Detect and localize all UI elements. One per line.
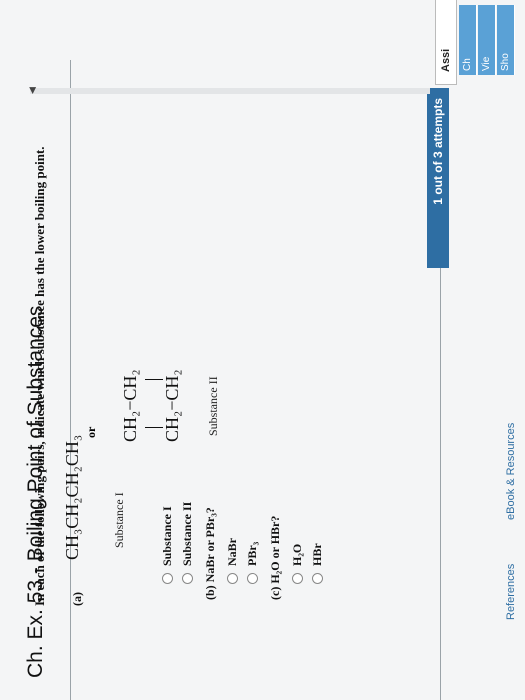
sidebar-item-ch[interactable]: Ch <box>459 5 477 75</box>
radio-icon[interactable] <box>247 573 258 584</box>
radio-icon[interactable] <box>162 573 173 584</box>
scrollbar[interactable] <box>30 88 430 94</box>
option-h2o[interactable]: H₂O <box>290 544 305 584</box>
formula-cyclobutane-bottom: CH₂−CH₂ <box>162 369 182 442</box>
option-label: H₂O <box>290 543 304 566</box>
formula-butane: CH₃CH₂CH₂CH₃ <box>62 434 82 560</box>
option-substance-ii[interactable]: Substance II <box>180 502 195 584</box>
or-text: or <box>84 426 98 438</box>
radio-icon[interactable] <box>227 573 238 584</box>
part-a-label: (a) <box>70 592 84 606</box>
option-nabr[interactable]: NaBr <box>225 538 240 584</box>
part-b-label: (b) NaBr or PBr₃? <box>203 507 217 600</box>
bond-right <box>145 379 163 380</box>
option-label: PBr₃ <box>245 541 259 566</box>
option-label: NaBr <box>225 538 239 566</box>
option-label: HBr <box>310 543 324 566</box>
option-label: Substance I <box>160 506 174 566</box>
option-hbr[interactable]: HBr <box>310 543 325 584</box>
sidebar-item-view[interactable]: Vie <box>478 5 496 75</box>
references-link[interactable]: References <box>505 564 517 620</box>
option-pbr3[interactable]: PBr₃ <box>245 542 260 584</box>
sidebar-item-show[interactable]: Sho <box>497 5 515 75</box>
option-substance-i[interactable]: Substance I <box>160 506 175 584</box>
radio-icon[interactable] <box>292 573 303 584</box>
part-c-label: (c) H₂O or HBr? <box>268 515 282 600</box>
option-label: Substance II <box>180 501 194 566</box>
substance-ii-caption: Substance II <box>206 376 220 436</box>
attempts-badge: 1 out of 3 attempts <box>427 88 449 268</box>
radio-icon[interactable] <box>182 573 193 584</box>
question-text: In each of the following pairs, indicate… <box>32 146 47 606</box>
assignment-page: Ch. Ex. 53 - Boiling Point of Substances… <box>0 0 525 700</box>
substance-i-caption: Substance I <box>112 492 126 548</box>
formula-cyclobutane-top: CH₂−CH₂ <box>120 369 140 442</box>
sidebar-header[interactable]: Assi <box>435 0 457 85</box>
radio-icon[interactable] <box>312 573 323 584</box>
ebook-link[interactable]: eBook & Resources <box>505 423 517 520</box>
scroll-down-arrow-icon[interactable]: ◀ <box>28 87 38 94</box>
sidebar: Assi Ch Vie Sho <box>435 0 525 85</box>
bond-left <box>145 427 163 428</box>
